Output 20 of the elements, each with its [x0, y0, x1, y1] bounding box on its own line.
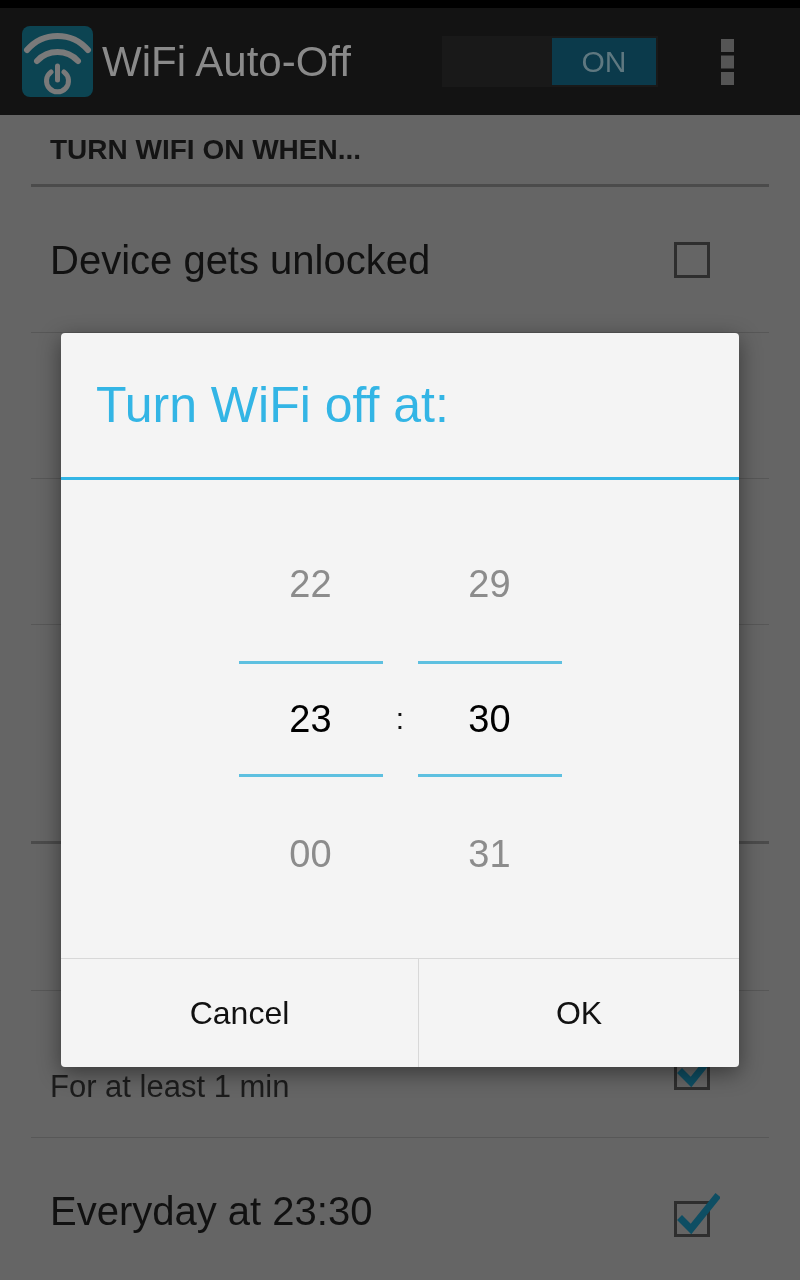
- section-header: TURN WIFI ON WHEN...: [50, 133, 362, 166]
- picker-number[interactable]: 00: [238, 786, 383, 922]
- selected-picker-number[interactable]: 30: [417, 661, 562, 777]
- setting-title: Device gets unlocked: [50, 236, 431, 283]
- dialog-button[interactable]: Cancel: [61, 959, 419, 1067]
- picker-number[interactable]: 29: [417, 516, 562, 652]
- selected-picker-number[interactable]: 23: [238, 661, 383, 777]
- picker-number[interactable]: 22: [238, 516, 383, 652]
- dialog-title: Turn WiFi off at:: [61, 333, 739, 480]
- setting-subtitle: For at least 1 min: [50, 1068, 290, 1106]
- app-title: WiFi Auto-Off: [102, 37, 351, 86]
- picker-number[interactable]: 31: [417, 786, 562, 922]
- dialog-button[interactable]: OK: [419, 959, 739, 1067]
- toggle-switch[interactable]: ON: [442, 36, 658, 87]
- checkbox[interactable]: [674, 1192, 720, 1238]
- checkbox[interactable]: [674, 241, 710, 278]
- wifi-power-icon: [22, 26, 93, 97]
- time-separator: :: [394, 702, 406, 736]
- more-options-icon[interactable]: [721, 38, 734, 85]
- setting-title: Everyday at 23:30: [50, 1188, 373, 1234]
